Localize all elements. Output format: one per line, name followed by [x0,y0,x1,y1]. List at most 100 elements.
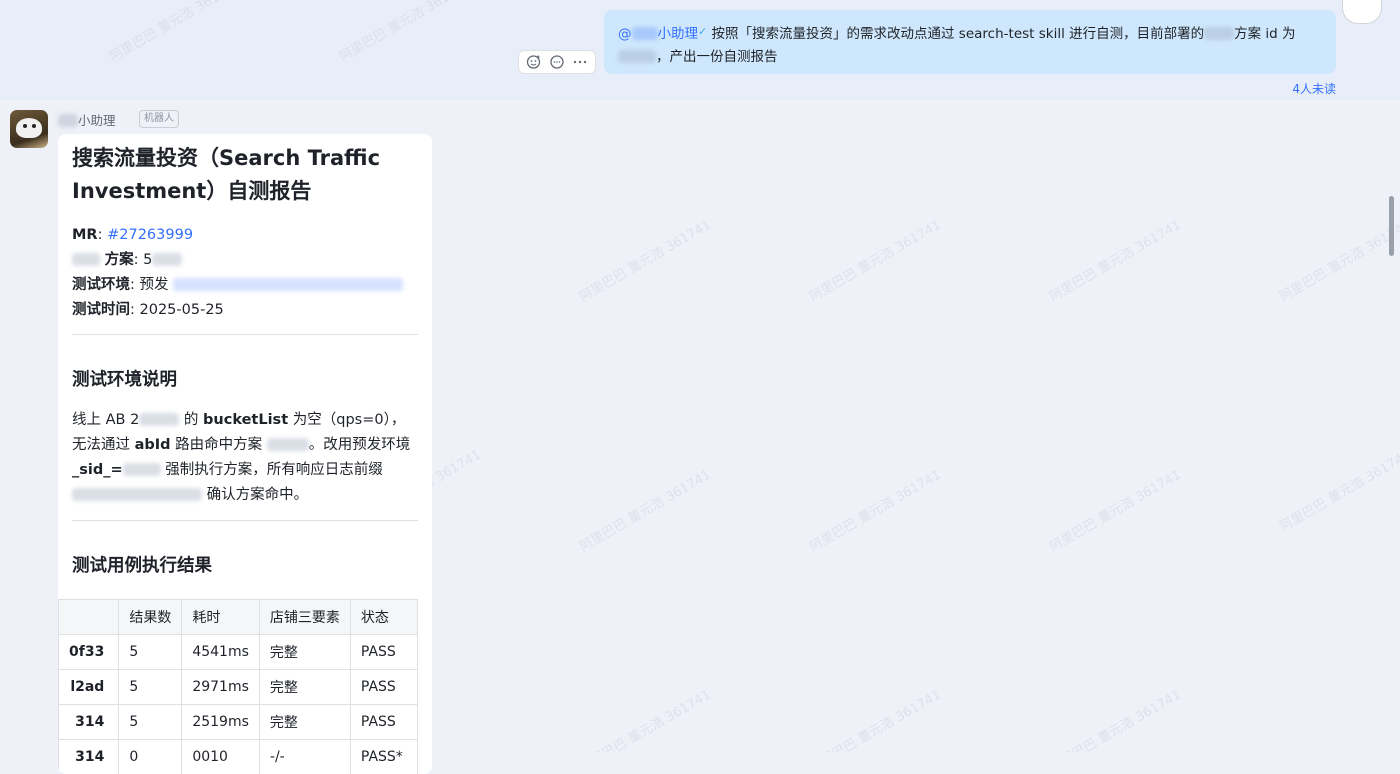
reply-icon[interactable] [547,52,567,72]
text: 确认方案命中。 [202,487,308,503]
avatar-eye [32,124,36,128]
column-header: 结果数 [119,600,182,635]
result-count: 5 [119,635,182,670]
text: 线上 AB 2 [72,412,139,428]
text: 。改用预发环境 [309,437,411,453]
meta-mr: MR: #27263999 [72,223,403,248]
watermark: 阿里巴巴 董元浩 361741 [575,214,713,305]
watermark: 阿里巴巴 董元浩 361741 [805,214,943,305]
store-elements: -/- [259,740,350,774]
section-title-env: 测试环境说明 [72,366,177,391]
scrollbar[interactable] [1389,196,1394,256]
mention-at[interactable]: @ [618,26,632,42]
case-id: 314 [59,705,119,740]
env-description: 线上 AB 2 的 bucketList 为空（qps=0），无法通过 abId… [72,408,418,508]
bot-tag: 机器人 [139,110,179,128]
duration: 2519ms [182,705,260,740]
text: 的 [179,412,203,428]
store-elements: 完整 [259,635,350,670]
redacted-text [267,438,309,451]
watermark: 阿里巴巴 董元浩 361741 [1275,444,1400,535]
result-count: 0 [119,740,182,774]
case-id: l2ad [59,670,119,705]
column-header: 店铺三要素 [259,600,350,635]
bot-avatar[interactable] [10,110,48,148]
bot-name[interactable]: 小助理 [58,110,116,129]
text: 路由命中方案 [171,437,267,453]
table-header-row: 结果数 耗时 店铺三要素 状态 [59,600,418,635]
duration: 4541ms [182,635,260,670]
store-elements: 完整 [259,670,350,705]
redacted-text [139,413,179,426]
mention-name[interactable]: 小助理 [658,26,699,42]
meta-value: 5 [143,252,152,268]
watermark: 阿里巴巴 董元浩 361741 [575,464,713,555]
redacted-text [1204,27,1234,40]
avatar[interactable] [1342,0,1382,24]
watermark: 阿里巴巴 董元浩 361741 [805,684,943,752]
table-row: 0f33 5 4541ms 完整 PASS [59,635,418,670]
case-id: 314 [59,740,119,774]
divider [72,334,418,335]
mr-link[interactable]: #27263999 [107,227,193,243]
redacted-text [152,253,182,266]
meta-value: 2025-05-25 [140,302,224,318]
redacted-link[interactable] [173,278,403,291]
meta-time: 测试时间: 2025-05-25 [72,298,403,323]
add-reaction-icon[interactable] [524,52,544,72]
message-text: 方案 id 为 [1234,26,1295,42]
redacted-text [632,27,658,40]
column-header [59,600,119,635]
table-row: l2ad 5 2971ms 完整 PASS [59,670,418,705]
watermark: 阿里巴巴 董元浩 361741 [1045,684,1183,752]
verified-icon: ✓ [698,25,707,38]
meta-label: 方案 [105,252,134,268]
store-elements: 完整 [259,705,350,740]
table-row: 314 0 0010 -/- PASS* [59,740,418,774]
watermark: 阿里巴巴 董元浩 361741 [1275,214,1400,305]
meta-plan: 方案: 5 [72,248,403,273]
result-count: 5 [119,705,182,740]
sent-message-bubble[interactable]: @ 小助理✓ 按照「搜索流量投资」的需求改动点通过 search-test ski… [604,10,1336,74]
meta-value: 预发 [140,277,169,293]
report-meta: MR: #27263999 方案: 5 测试环境: 预发 测试时间: 2025-… [72,223,403,323]
watermark: 阿里巴巴 董元浩 361741 [1045,214,1183,305]
redacted-text [618,50,656,63]
divider [72,520,418,521]
meta-label: 测试时间 [72,302,130,318]
bot-name-text: 小助理 [78,113,116,128]
keyword: _sid_= [72,462,123,478]
meta-label: 测试环境 [72,277,130,293]
report-title: 搜索流量投资（Search Traffic Investment）自测报告 [72,142,392,208]
section-title-cases: 测试用例执行结果 [72,552,212,577]
read-status[interactable]: 4人未读 [1240,80,1336,97]
status: PASS [350,635,417,670]
redacted-text [72,488,202,501]
more-options-icon[interactable] [570,52,590,72]
redacted-text [72,253,100,266]
case-id: 0f33 [59,635,119,670]
report-card: 搜索流量投资（Search Traffic Investment）自测报告 MR… [58,134,432,774]
text: 强制执行方案，所有响应日志前缀 [161,462,383,478]
status: PASS* [350,740,417,774]
redacted-text [123,463,161,476]
duration: 2971ms [182,670,260,705]
keyword: bucketList [203,412,288,428]
avatar-face [16,118,42,138]
column-header: 耗时 [182,600,260,635]
keyword: abId [135,437,171,453]
meta-label: MR [72,227,98,243]
message-text: ，产出一份自测报告 [656,49,778,65]
table-row: 314 5 2519ms 完整 PASS [59,705,418,740]
watermark: 阿里巴巴 董元浩 361741 [805,464,943,555]
message-text: 按照「搜索流量投资」的需求改动点通过 search-test skill 进行自… [712,26,1205,42]
watermark: 阿里巴巴 董元浩 361741 [1045,464,1183,555]
redacted-text [58,114,78,127]
duration: 0010 [182,740,260,774]
watermark: 阿里巴巴 董元浩 361741 [575,684,713,752]
message-action-bar [518,50,596,74]
column-header: 状态 [350,600,417,635]
status: PASS [350,705,417,740]
avatar-eye [23,124,27,128]
results-table: 结果数 耗时 店铺三要素 状态 0f33 5 4541ms 完整 PASS l2… [58,599,418,774]
